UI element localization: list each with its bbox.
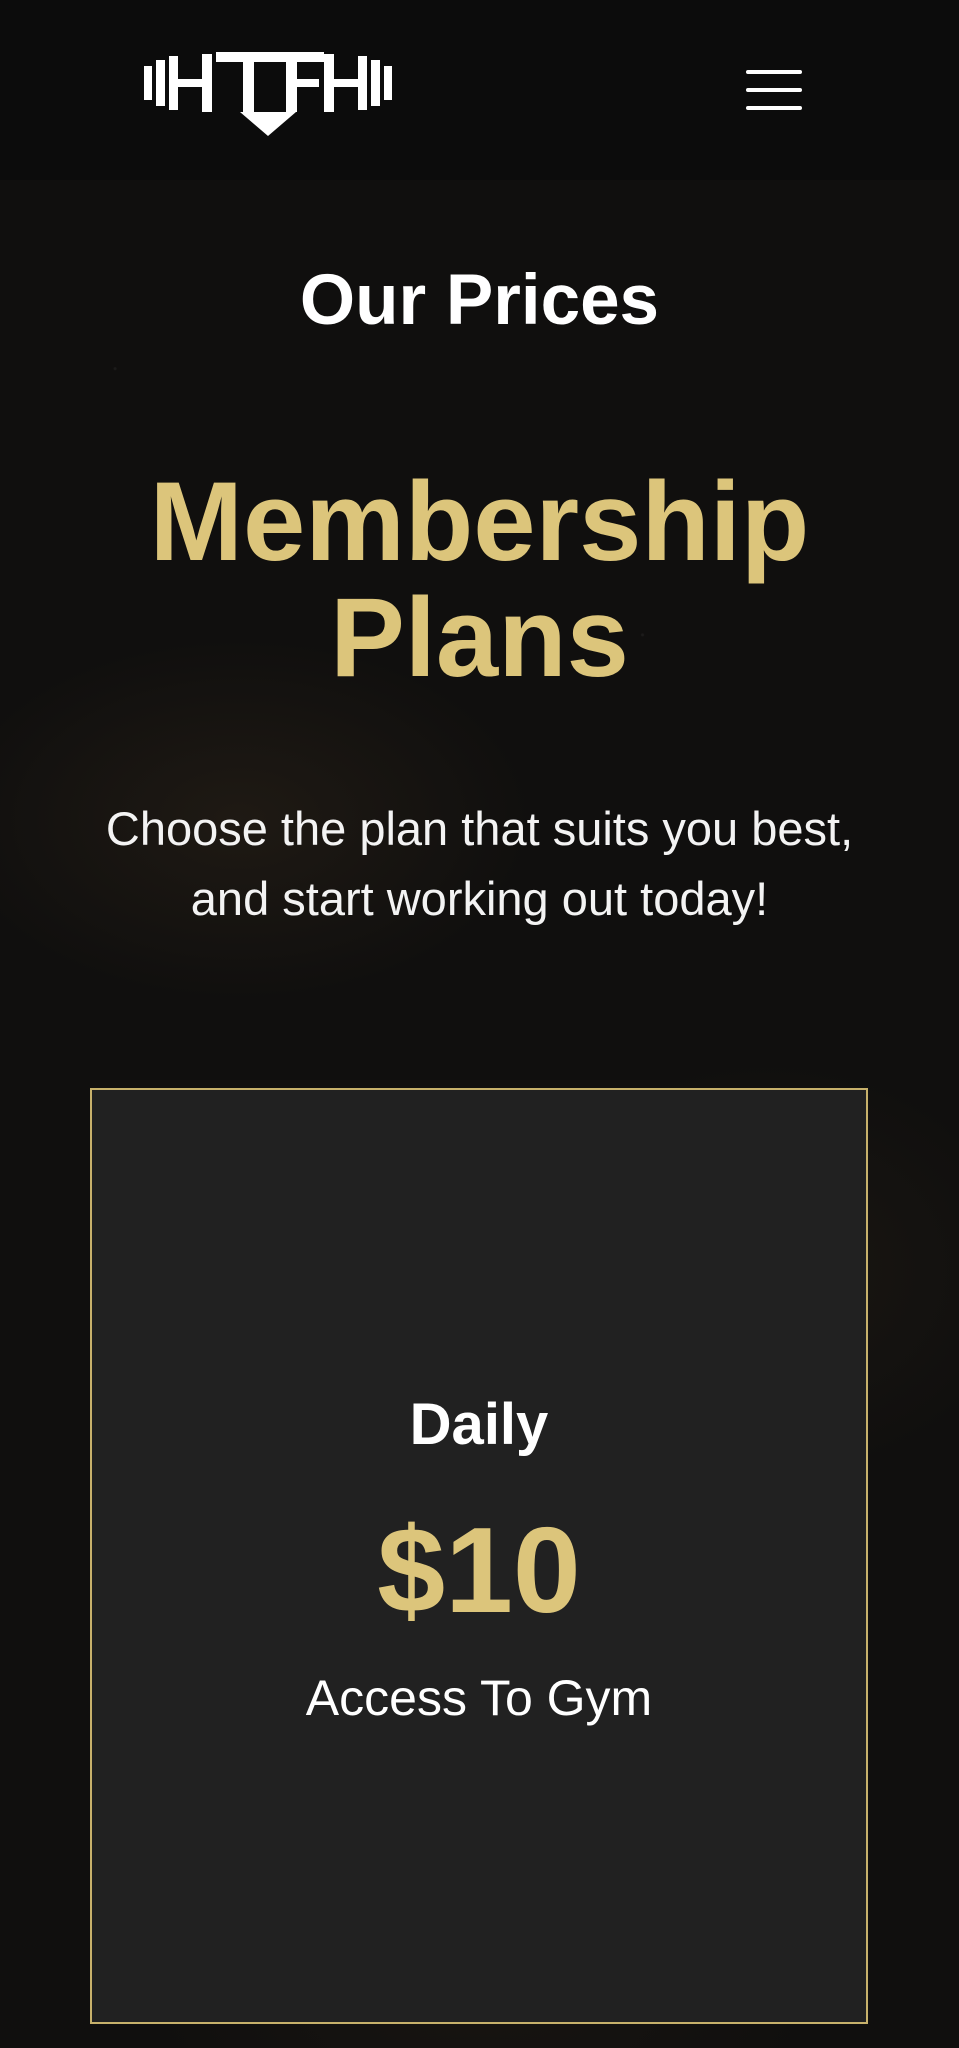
logo-icon[interactable]	[144, 42, 392, 136]
page-subtitle: Choose the plan that suits you best, and…	[105, 802, 854, 925]
plan-card-daily[interactable]: Daily $10 Access To Gym	[90, 1088, 868, 2024]
hamburger-menu-icon[interactable]	[736, 60, 810, 120]
site-header	[0, 0, 959, 180]
section-eyebrow: Our Prices	[299, 261, 660, 340]
page-title: Membership Plans	[149, 459, 810, 700]
plan-price: $10	[377, 1502, 581, 1638]
plan-description: Access To Gym	[305, 1670, 653, 1726]
plan-name: Daily	[409, 1392, 549, 1457]
